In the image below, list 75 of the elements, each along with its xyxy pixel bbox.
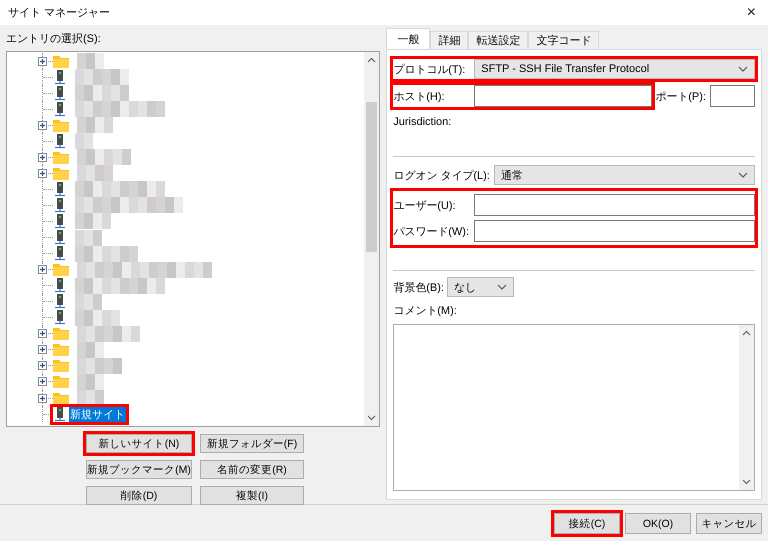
server-icon	[53, 278, 67, 294]
server-icon	[53, 70, 67, 85]
server-icon	[53, 246, 67, 262]
server-icon	[53, 230, 67, 246]
field-label: 背景色(B):	[393, 280, 444, 294]
expand-icon[interactable]	[38, 345, 47, 354]
scroll-down-icon[interactable]	[367, 415, 376, 421]
logon-type-dropdown[interactable]: 通常	[494, 165, 755, 185]
dialog-button[interactable]: 接続(C)	[554, 513, 620, 534]
scroll-up-icon[interactable]	[742, 330, 751, 336]
field-label: パスワード(W):	[393, 224, 470, 238]
folder-icon	[53, 359, 69, 372]
field-label: ユーザー(U):	[393, 198, 457, 212]
folder-icon	[53, 375, 69, 388]
server-icon	[53, 406, 67, 422]
folder-icon	[53, 150, 69, 164]
expand-icon[interactable]	[38, 152, 47, 162]
folder-icon	[53, 54, 69, 68]
scroll-down-icon[interactable]	[742, 479, 751, 485]
site-action-button[interactable]: 名前の変更(R)	[200, 460, 304, 479]
tab[interactable]: 一般	[386, 28, 430, 49]
tab[interactable]: 転送設定	[468, 31, 528, 49]
server-icon	[53, 214, 67, 229]
expand-icon[interactable]	[38, 265, 47, 274]
folder-icon	[53, 263, 69, 276]
folder-icon	[53, 327, 69, 340]
site-action-button[interactable]: 削除(D)	[86, 486, 192, 505]
expand-icon[interactable]	[38, 394, 47, 402]
port-field[interactable]	[710, 85, 755, 107]
folder-icon	[53, 118, 69, 132]
expand-icon[interactable]	[38, 120, 47, 130]
close-button[interactable]: ×	[742, 4, 760, 22]
folder-icon	[53, 343, 69, 356]
expand-icon[interactable]	[38, 329, 47, 338]
color-dropdown[interactable]: なし	[447, 277, 514, 297]
folder-icon	[53, 166, 69, 180]
expand-icon[interactable]	[38, 361, 47, 370]
server-icon	[53, 294, 67, 310]
chevron-down-icon	[738, 172, 748, 178]
field-label: コメント(M):	[393, 304, 458, 318]
tab[interactable]: 詳細	[430, 31, 468, 49]
expand-icon[interactable]	[38, 56, 47, 66]
server-icon	[53, 198, 67, 213]
site-action-button[interactable]: 新しいサイト(N)	[86, 434, 192, 453]
site-action-button[interactable]: 新規ブックマーク(M)	[86, 460, 192, 479]
user-field[interactable]	[474, 194, 755, 216]
chevron-down-icon	[497, 284, 507, 290]
host-field[interactable]	[474, 85, 652, 107]
server-icon	[53, 134, 67, 149]
password-field[interactable]	[474, 220, 755, 242]
field-label: ログオン タイプ(L):	[393, 168, 490, 182]
field-label: Jurisdiction:	[393, 116, 452, 128]
scroll-up-icon[interactable]	[367, 57, 376, 63]
field-label: プロトコル(T):	[393, 62, 466, 76]
site-action-button[interactable]: 新規フォルダー(F)	[200, 434, 304, 453]
server-icon	[53, 86, 67, 101]
entries-label: エントリの選択(S):	[6, 32, 102, 46]
server-icon	[53, 310, 67, 326]
field-label: ホスト(H):	[393, 90, 446, 104]
dialog-button[interactable]: キャンセル	[696, 513, 762, 534]
scrollbar[interactable]	[364, 52, 380, 426]
site-action-button[interactable]: 複製(I)	[200, 486, 304, 505]
folder-icon	[53, 392, 69, 404]
expand-icon[interactable]	[38, 168, 47, 178]
tab[interactable]: 文字コード	[528, 31, 600, 49]
dialog-button[interactable]: OK(O)	[625, 513, 691, 534]
tree-item[interactable]: 新規サイト	[69, 406, 126, 422]
expand-icon[interactable]	[38, 377, 47, 386]
protocol-dropdown[interactable]: SFTP - SSH File Transfer Protocol	[474, 59, 755, 79]
comment-field[interactable]	[393, 324, 755, 491]
window-title: サイト マネージャー	[8, 6, 110, 20]
server-icon	[53, 102, 67, 117]
field-label: ポート(P):	[655, 90, 706, 104]
server-icon	[53, 182, 67, 197]
chevron-down-icon	[738, 66, 748, 72]
